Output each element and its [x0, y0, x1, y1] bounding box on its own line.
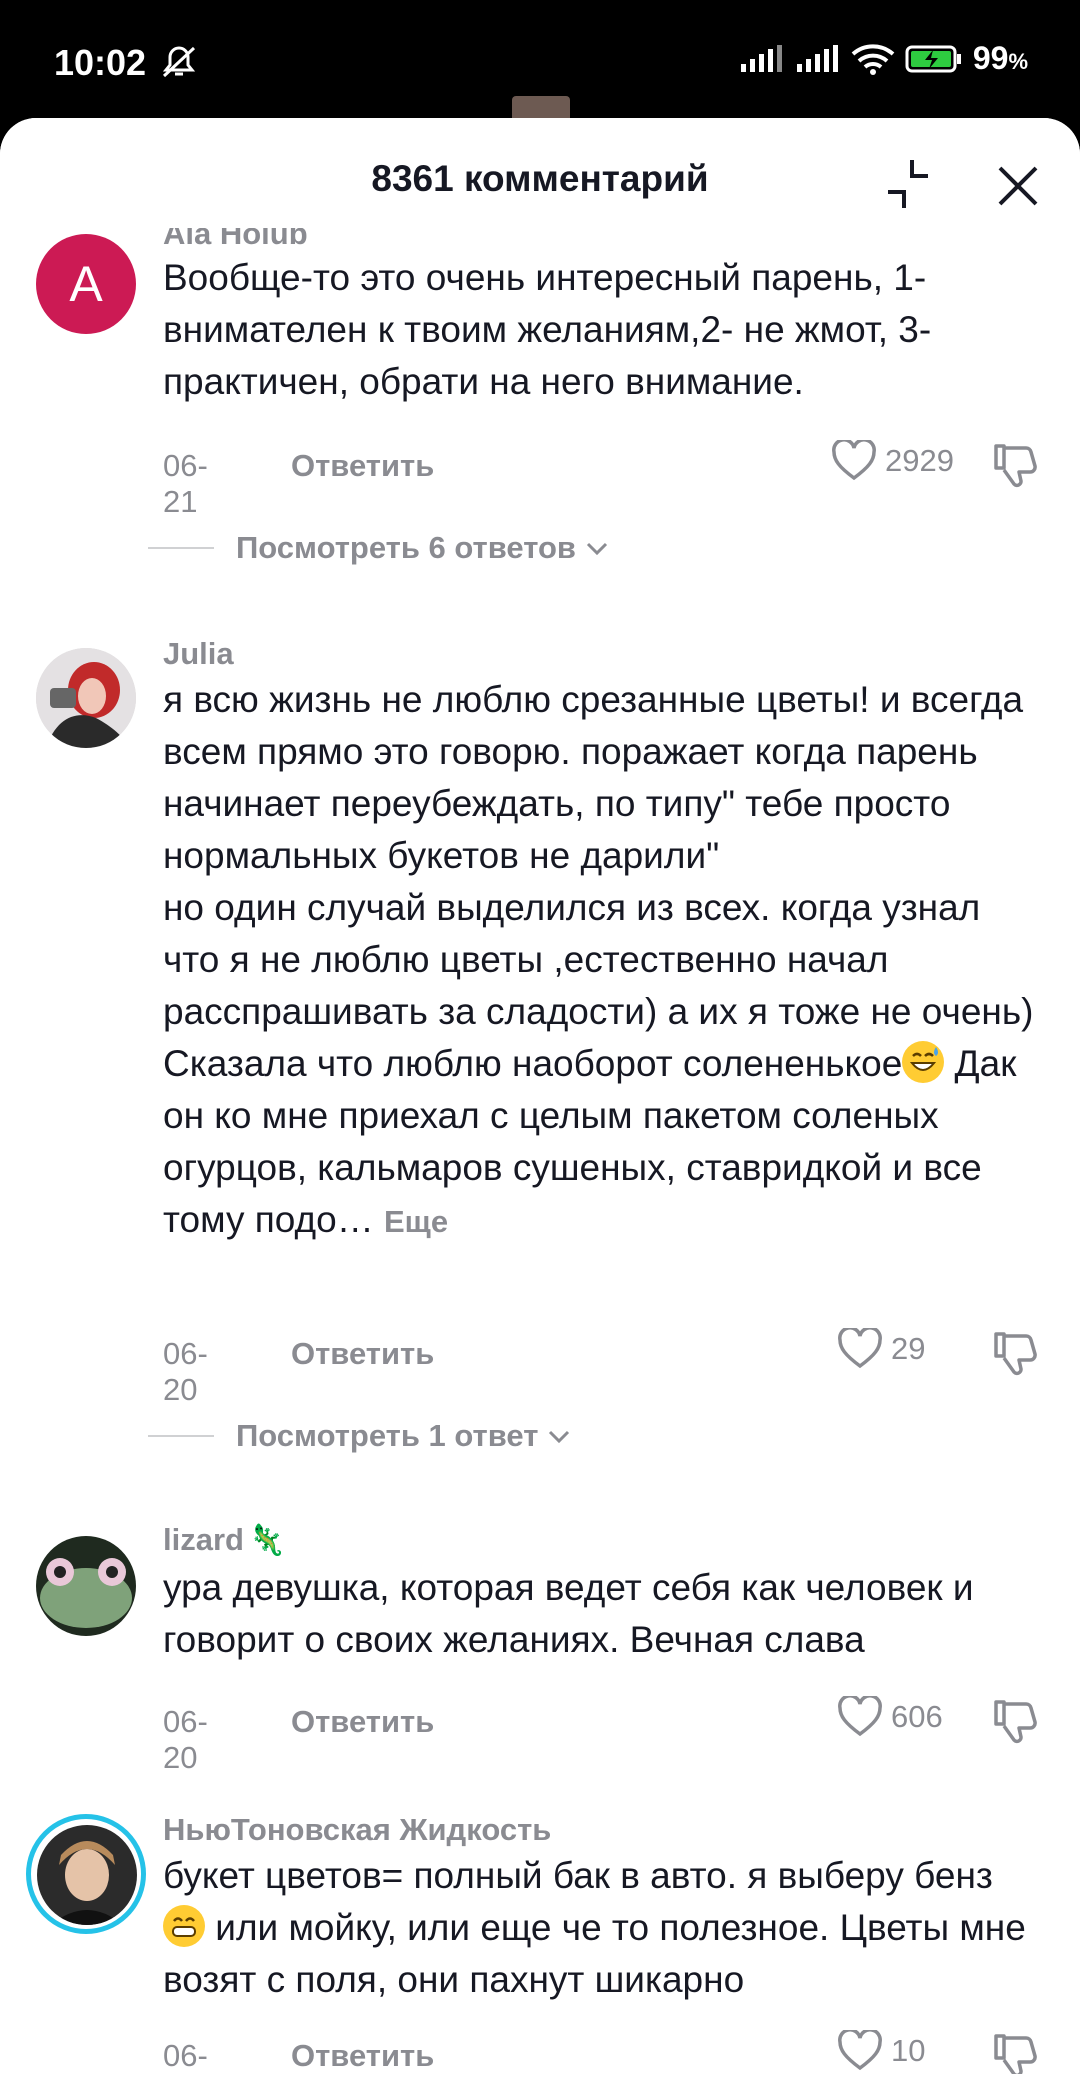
avatar[interactable]	[36, 648, 136, 748]
comment-text: я всю жизнь не люблю срезанные цветы! и …	[163, 679, 1034, 1240]
comment-text: Вообще-то это очень интересный парень, 1…	[163, 257, 942, 402]
comments-header: 8361 комментарий	[0, 118, 1080, 228]
like-button[interactable]: 10	[837, 2030, 925, 2072]
like-button[interactable]: 2929	[831, 440, 954, 482]
wifi-icon	[851, 43, 895, 75]
avatar-photo	[37, 1825, 137, 1925]
view-replies-label: Посмотреть 6 ответов	[236, 530, 576, 565]
heart-icon	[838, 1328, 882, 1369]
battery-text: 99%	[972, 40, 1028, 76]
signal-icon-2	[796, 44, 838, 72]
comment-text: букет цветов= полный бак в авто. я выбер…	[163, 1855, 1037, 2000]
comment-date: 06-21	[163, 448, 208, 519]
grinning-sweat-emoji	[902, 1041, 945, 1083]
avatar[interactable]: A	[36, 234, 136, 334]
dislike-icon[interactable]	[990, 1326, 1042, 1378]
heart-icon	[838, 2030, 882, 2071]
like-count: 29	[891, 1331, 926, 1366]
chevron-down-icon	[586, 542, 608, 556]
comment-username[interactable]: Julia	[163, 636, 234, 672]
mute-icon	[162, 46, 196, 78]
comment-username[interactable]: НьюТоновская Жидкость	[163, 1812, 551, 1848]
avatar[interactable]	[36, 1536, 136, 1636]
show-more-button[interactable]: Еще	[384, 1204, 448, 1239]
status-bar: 10:02 99%	[0, 0, 1080, 126]
battery-icon	[905, 45, 961, 72]
view-replies-button[interactable]: Посмотреть 6 ответов	[148, 530, 612, 566]
heart-icon	[832, 440, 876, 481]
grinning-emoji	[163, 1905, 205, 1947]
status-time: 10:02	[54, 42, 147, 83]
like-button[interactable]: 29	[837, 1328, 925, 1370]
like-count: 2929	[885, 443, 954, 478]
chevron-down-icon	[549, 1430, 570, 1444]
comment-date: 06-20	[163, 1336, 208, 1407]
like-count: 606	[891, 1699, 943, 1734]
comment-username[interactable]: lizard 🦎	[163, 1522, 285, 1558]
avatar-photo	[36, 1536, 136, 1636]
view-replies-label: Посмотреть 1 ответ	[236, 1418, 539, 1453]
comments-sheet: 8361 комментарий A Ala Holub Вообще-то э…	[0, 118, 1080, 2074]
reply-button[interactable]: Ответить	[291, 1336, 434, 1372]
status-right: 99%	[739, 40, 1028, 77]
close-icon[interactable]	[996, 164, 1040, 208]
reply-button[interactable]: Ответить	[291, 2038, 434, 2074]
divider	[148, 547, 214, 549]
heart-icon	[838, 1696, 882, 1737]
like-count: 10	[891, 2033, 926, 2068]
comment-text: ура девушка, которая ведет себя как чело…	[163, 1567, 984, 1660]
lizard-emoji: 🦎	[247, 1524, 286, 1557]
view-replies-button[interactable]: Посмотреть 1 ответ	[148, 1418, 574, 1454]
avatar[interactable]	[26, 1814, 146, 1934]
divider	[148, 1435, 214, 1437]
reply-button[interactable]: Ответить	[291, 1704, 434, 1740]
avatar-photo	[36, 648, 136, 748]
reply-button[interactable]: Ответить	[291, 448, 434, 484]
comment-date: 06-20	[163, 2038, 208, 2073]
signal-icon	[740, 44, 782, 72]
dislike-icon[interactable]	[990, 2028, 1042, 2074]
collapse-icon[interactable]	[882, 158, 934, 210]
dislike-icon[interactable]	[990, 438, 1042, 490]
dislike-icon[interactable]	[990, 1694, 1042, 1746]
comment-date: 06-20	[163, 1704, 208, 1775]
like-button[interactable]: 606	[837, 1696, 943, 1738]
